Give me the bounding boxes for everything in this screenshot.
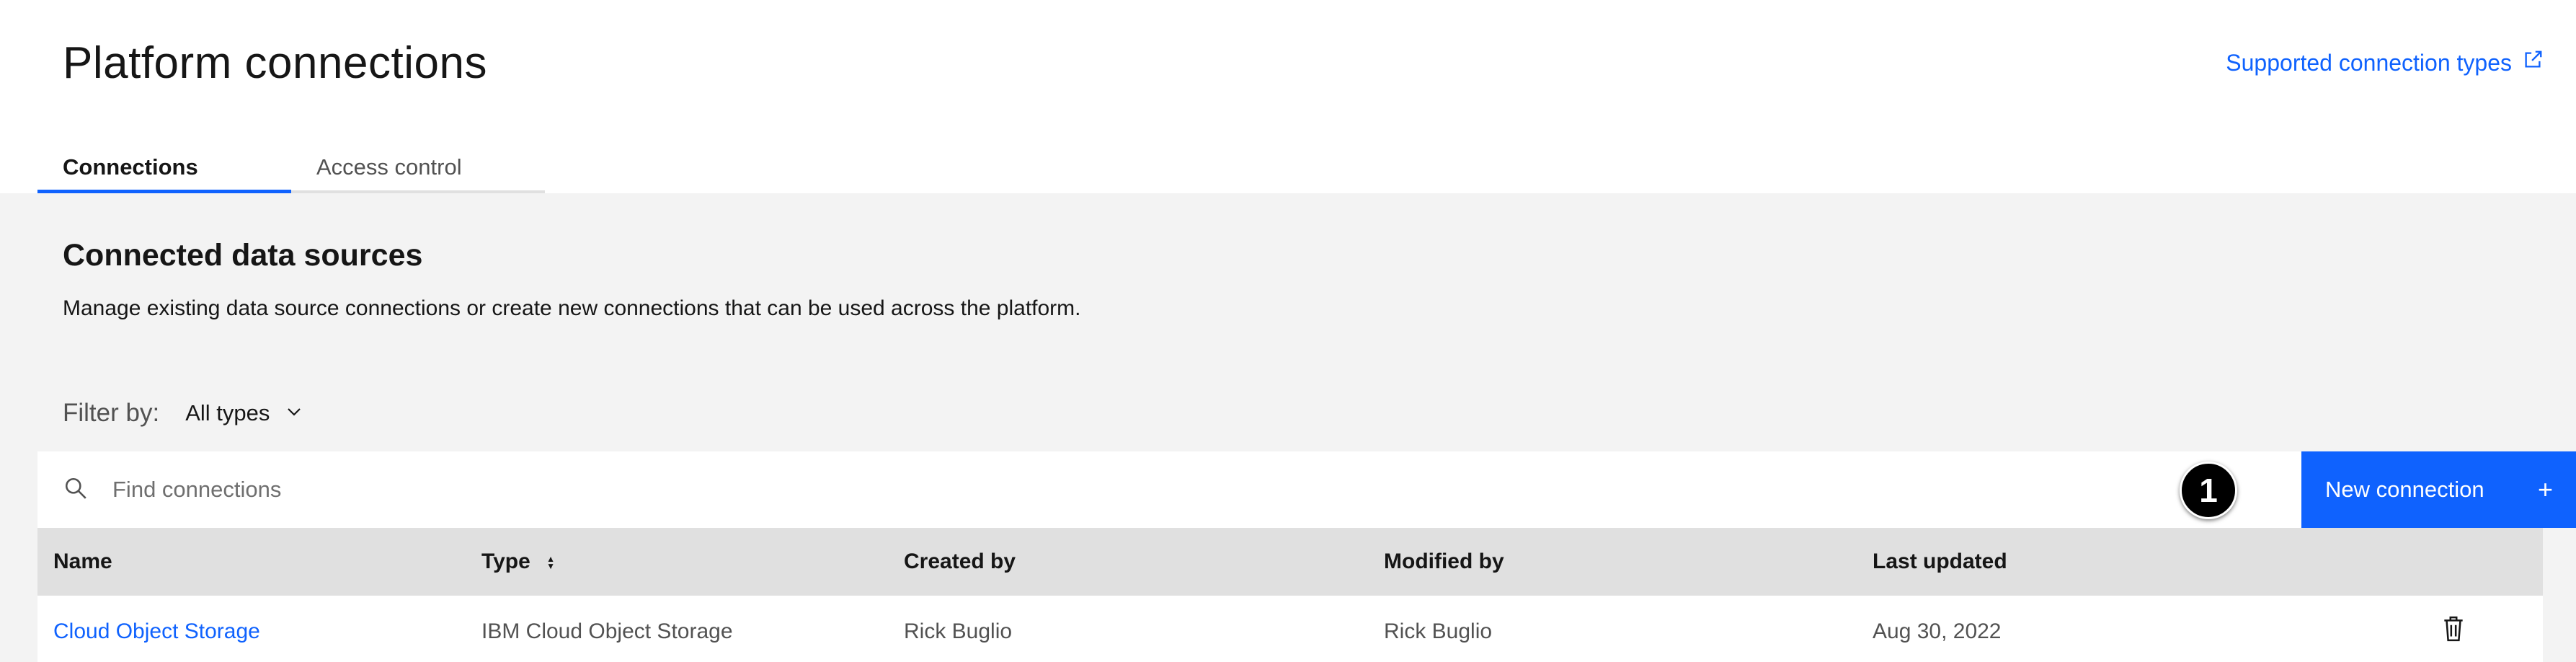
column-header-type[interactable]: Type ▲ ▼ [481, 550, 555, 574]
search-box [37, 451, 2543, 528]
tab-connections-label: Connections [63, 154, 198, 180]
tab-access-control[interactable]: Access control [291, 144, 545, 193]
connection-last-updated: Aug 30, 2022 [1873, 619, 2002, 643]
sort-icon: ▲ ▼ [546, 554, 556, 572]
table-header-row: Name Type ▲ ▼ Created by Modified by Last… [37, 528, 2543, 596]
add-icon: + [2537, 475, 2553, 504]
filter-type-value: All types [185, 400, 270, 425]
delete-connection-button[interactable] [2441, 615, 2466, 648]
table-toolbar: 1 New connection + [37, 451, 2576, 528]
connection-name-link[interactable]: Cloud Object Storage [53, 619, 260, 644]
connection-modified-by: Rick Buglio [1384, 619, 1493, 643]
tab-connections[interactable]: Connections [37, 144, 291, 193]
page-header: Platform connections Supported connectio… [0, 0, 2576, 193]
column-header-created-by: Created by [904, 550, 1016, 573]
connection-type: IBM Cloud Object Storage [481, 619, 733, 643]
supported-connection-types-link[interactable]: Supported connection types [2226, 49, 2544, 76]
launch-icon [2522, 49, 2544, 76]
search-input[interactable] [112, 477, 1410, 503]
filter-type-dropdown[interactable]: All types [185, 400, 303, 426]
tab-list: Connections Access control [37, 144, 545, 193]
filter-bar: Filter by: All types [63, 399, 303, 428]
trash-icon [2441, 616, 2466, 648]
column-header-modified-by: Modified by [1384, 550, 1504, 573]
connections-table: Name Type ▲ ▼ Created by Modified by Last… [37, 528, 2543, 662]
search-icon [63, 476, 88, 504]
callout-badge: 1 [2180, 462, 2237, 519]
chevron-down-icon [285, 400, 303, 426]
main-content: Connected data sources Manage existing d… [0, 193, 2576, 662]
tab-access-control-label: Access control [316, 154, 462, 180]
column-header-name: Name [53, 550, 112, 573]
filter-label: Filter by: [63, 399, 160, 427]
supported-connection-types-label: Supported connection types [2226, 49, 2512, 76]
new-connection-button[interactable]: New connection + [2301, 451, 2576, 528]
connection-created-by: Rick Buglio [904, 619, 1013, 643]
column-header-type-label: Type [481, 550, 530, 573]
column-header-last-updated: Last updated [1873, 550, 2007, 573]
section-description: Manage existing data source connections … [63, 296, 1081, 320]
new-connection-label: New connection [2325, 477, 2484, 502]
page-title: Platform connections [63, 38, 487, 88]
section-title: Connected data sources [63, 238, 423, 273]
table-row: Cloud Object Storage IBM Cloud Object St… [37, 596, 2543, 662]
